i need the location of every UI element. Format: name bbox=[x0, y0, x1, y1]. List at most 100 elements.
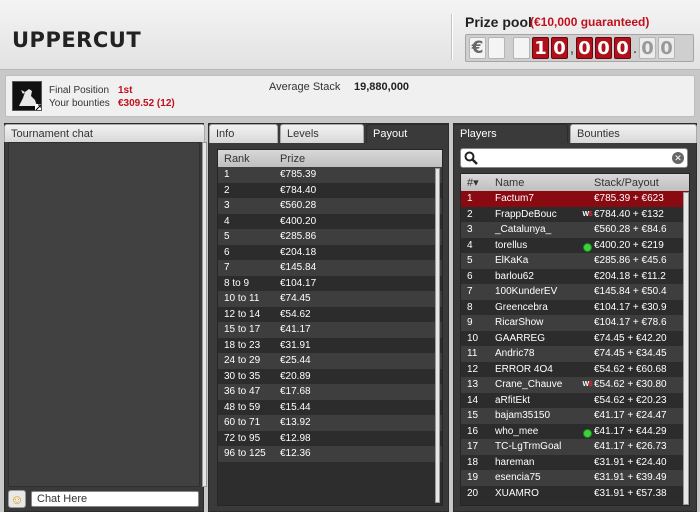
chat-input[interactable] bbox=[31, 491, 199, 507]
table-row[interactable]: 6 barlou62 €204.18 + €11.2 bbox=[461, 268, 689, 284]
table-row[interactable]: 4 torellus €400.20 + €219 bbox=[461, 237, 689, 253]
clear-search-icon[interactable]: ✕ bbox=[672, 152, 684, 164]
tab-tournament-chat[interactable]: Tournament chat bbox=[4, 124, 205, 142]
table-row[interactable]: 17 TC-LgTrmGoal €41.17 + €26.73 bbox=[461, 439, 689, 455]
player-rank: 5 bbox=[467, 255, 473, 267]
player-name: esencia75 bbox=[495, 472, 541, 484]
chat-input-bar: ☺ bbox=[8, 489, 205, 509]
tab-payout[interactable]: Payout bbox=[366, 124, 449, 143]
player-name-cell: ElKaKa bbox=[495, 255, 594, 266]
table-row[interactable]: 11 Andric78 €74.45 + €34.45 bbox=[461, 346, 689, 362]
player-name-cell: bajam35150 bbox=[495, 410, 594, 421]
player-rank: 20 bbox=[467, 487, 479, 499]
tab-bounties[interactable]: Bounties bbox=[570, 124, 697, 143]
table-row[interactable]: 2 FrappDeBouc W$ €784.40 + €132 bbox=[461, 206, 689, 222]
player-rank: 8 bbox=[467, 301, 473, 313]
player-stack-payout: €41.17 + €44.29 bbox=[594, 425, 667, 437]
payout-rank: 18 to 23 bbox=[224, 339, 261, 351]
column-header-name[interactable]: Name bbox=[495, 177, 594, 189]
player-stack-payout: €784.40 + €132 bbox=[594, 208, 664, 220]
winamax-series-badge-icon: W$ bbox=[582, 381, 592, 389]
player-stack-payout: €74.45 + €42.20 bbox=[594, 332, 667, 344]
table-row[interactable]: 10 GAARREG €74.45 + €42.20 bbox=[461, 330, 689, 346]
player-name-cell: RicarShow bbox=[495, 317, 594, 328]
player-name: Factum7 bbox=[495, 193, 534, 205]
payout-rank: 48 to 59 bbox=[224, 401, 261, 413]
player-name: XUAMRO bbox=[495, 487, 539, 499]
table-row[interactable]: 1 Factum7 €785.39 + €623 bbox=[461, 191, 689, 207]
player-avatar-icon bbox=[13, 82, 41, 110]
counter-digit: 0 bbox=[576, 37, 593, 59]
tab-info[interactable]: Info bbox=[209, 124, 278, 143]
table-row[interactable]: 7 100KunderEV €145.84 + €50.4 bbox=[461, 284, 689, 300]
player-stack-payout: €400.20 + €219 bbox=[594, 239, 664, 251]
chat-messages-area[interactable] bbox=[8, 142, 200, 487]
player-name-cell: torellus bbox=[495, 239, 594, 252]
table-row[interactable]: 15 bajam35150 €41.17 + €24.47 bbox=[461, 408, 689, 424]
bounties-value: €309.52 (12) bbox=[118, 98, 175, 109]
counter-separator: . bbox=[632, 40, 638, 57]
column-header-number[interactable]: #▾ bbox=[461, 176, 495, 189]
counter-digit: 0 bbox=[614, 37, 631, 59]
table-row[interactable]: 14 aRfitEkt €54.62 + €20.23 bbox=[461, 392, 689, 408]
chat-scrollbar[interactable] bbox=[202, 142, 207, 487]
player-name: GAARREG bbox=[495, 332, 546, 344]
player-name: torellus bbox=[495, 239, 528, 251]
player-name: ERROR 4O4 bbox=[495, 363, 553, 375]
table-row: 18 to 23 €31.91 bbox=[218, 337, 442, 353]
payout-prize: €25.44 bbox=[280, 355, 311, 367]
payout-table: Rank Prize 1 €785.39 2 €784.40 3 €560.28 4 €400… bbox=[217, 149, 443, 506]
payout-prize: €54.62 bbox=[280, 308, 311, 320]
counter-separator bbox=[507, 38, 511, 58]
table-row[interactable]: 8 Greencebra €104.17 + €30.9 bbox=[461, 299, 689, 315]
player-name-cell: Crane_Chauve W$ bbox=[495, 379, 594, 390]
column-header-rank[interactable]: Rank bbox=[218, 153, 280, 165]
prize-pool-label: Prize pool bbox=[465, 14, 532, 30]
avatar[interactable] bbox=[12, 81, 42, 111]
table-row: 30 to 35 €20.89 bbox=[218, 368, 442, 384]
header-divider bbox=[451, 14, 453, 60]
payout-rank: 3 bbox=[224, 200, 230, 212]
payout-rank: 60 to 71 bbox=[224, 417, 261, 429]
payout-prize: €17.68 bbox=[280, 386, 311, 398]
player-rank: 1 bbox=[467, 193, 473, 205]
table-row[interactable]: 20 XUAMRO €31.91 + €57.38 bbox=[461, 485, 689, 501]
smiley-icon: ☺ bbox=[10, 491, 24, 507]
tab-players[interactable]: Players bbox=[453, 124, 568, 143]
player-rank: 4 bbox=[467, 239, 473, 251]
counter-cents: 0 bbox=[658, 37, 675, 59]
payout-panel: Info Levels Payout Rank Prize 1 €785.39 2 €… bbox=[208, 123, 449, 512]
player-search-input[interactable]: ✕ bbox=[460, 148, 688, 168]
table-row: 8 to 9 €104.17 bbox=[218, 275, 442, 291]
player-stack-payout: €41.17 + €24.47 bbox=[594, 410, 667, 422]
player-stack-payout: €204.18 + €11.2 bbox=[594, 270, 666, 282]
player-stack-payout: €104.17 + €30.9 bbox=[594, 301, 667, 313]
table-row: 7 €145.84 bbox=[218, 260, 442, 276]
players-scrollbar[interactable] bbox=[683, 192, 689, 505]
table-row[interactable]: 18 hareman €31.91 + €24.40 bbox=[461, 454, 689, 470]
table-row[interactable]: 9 RicarShow €104.17 + €78.6 bbox=[461, 315, 689, 331]
player-rank: 9 bbox=[467, 317, 473, 329]
player-name: Greencebra bbox=[495, 301, 548, 313]
tab-levels[interactable]: Levels bbox=[280, 124, 364, 143]
table-row[interactable]: 13 Crane_Chauve W$ €54.62 + €30.80 bbox=[461, 377, 689, 393]
emoji-button[interactable]: ☺ bbox=[8, 490, 26, 508]
payout-rank: 6 bbox=[224, 246, 230, 258]
player-rank: 14 bbox=[467, 394, 479, 406]
player-stack-payout: €31.91 + €39.49 bbox=[594, 472, 667, 484]
players-table-header: #▾ Name Stack/Payout bbox=[461, 174, 689, 191]
column-header-prize[interactable]: Prize bbox=[280, 153, 442, 165]
table-row[interactable]: 12 ERROR 4O4 €54.62 + €60.68 bbox=[461, 361, 689, 377]
player-rank: 2 bbox=[467, 208, 473, 220]
player-stack-payout: €285.86 + €45.6 bbox=[594, 255, 667, 267]
payout-scrollbar[interactable] bbox=[435, 168, 440, 503]
table-row[interactable]: 3 _Catalunya_ €560.28 + €84.6 bbox=[461, 222, 689, 238]
table-row[interactable]: 19 esencia75 €31.91 + €39.49 bbox=[461, 470, 689, 486]
table-row: 5 €285.86 bbox=[218, 229, 442, 245]
payout-prize: €41.17 bbox=[280, 324, 311, 336]
counter-digit: 1 bbox=[532, 37, 549, 59]
column-header-stack-payout[interactable]: Stack/Payout bbox=[594, 177, 689, 189]
table-row[interactable]: 5 ElKaKa €285.86 + €45.6 bbox=[461, 253, 689, 269]
table-row: 48 to 59 €15.44 bbox=[218, 399, 442, 415]
table-row[interactable]: 16 who_mee €41.17 + €44.29 bbox=[461, 423, 689, 439]
